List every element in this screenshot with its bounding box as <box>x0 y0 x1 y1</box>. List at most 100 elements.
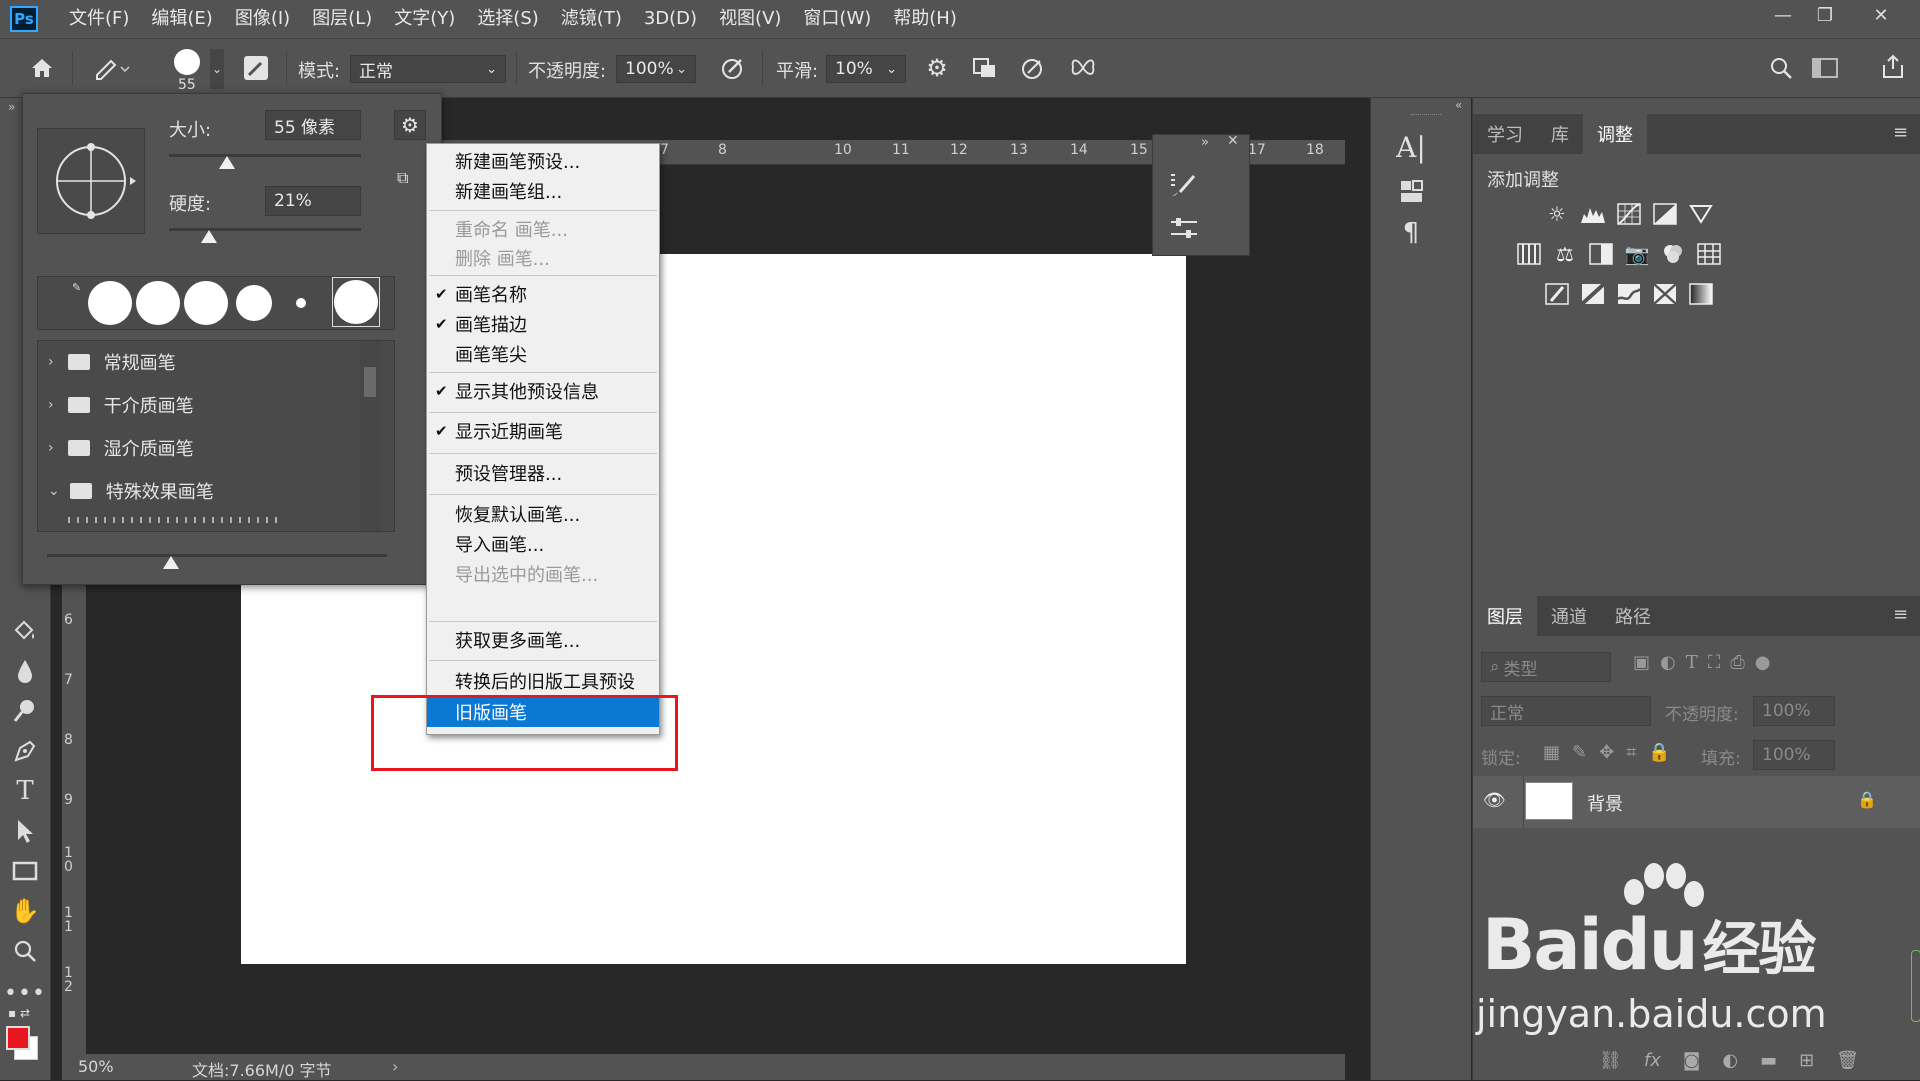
curves-icon[interactable] <box>1615 202 1643 226</box>
scatter-brush-preview[interactable] <box>68 517 278 523</box>
collapse-toolbar-icon[interactable]: » <box>8 100 15 114</box>
blend-mode-dropdown[interactable]: 正常 <box>1481 696 1651 726</box>
dodge-tool-icon[interactable] <box>8 694 42 728</box>
recent-brush[interactable] <box>296 298 306 308</box>
swap-colors-icon[interactable]: ▪ ⇄ <box>8 1006 40 1020</box>
rectangle-tool-icon[interactable] <box>8 854 42 888</box>
new-layer-icon[interactable]: ⊞ <box>1799 1050 1814 1071</box>
tab-channels[interactable]: 通道 <box>1537 596 1601 636</box>
menu-item-preset-manager[interactable]: 预设管理器... <box>427 458 659 488</box>
expand-panel-icon[interactable]: » <box>1201 135 1209 150</box>
menu-item-delete-brush[interactable]: 删除 画笔... <box>427 243 659 273</box>
menu-item-rename-brush[interactable]: 重命名 画笔... <box>427 214 659 244</box>
workspace-icon[interactable] <box>1808 51 1842 85</box>
tab-paths[interactable]: 路径 <box>1601 596 1665 636</box>
folder-row[interactable]: ⌄ 特殊效果画笔 <box>38 470 356 512</box>
menu-item-brush-tip[interactable]: 画笔笔尖 <box>427 339 659 369</box>
layer-name[interactable]: 背景 <box>1587 790 1623 816</box>
paint-bucket-tool-icon[interactable] <box>8 614 42 648</box>
brush-presets-icon[interactable] <box>1167 169 1201 199</box>
paragraph-panel-icon[interactable]: ¶ <box>1389 216 1433 250</box>
new-preset-icon[interactable]: ⧉ <box>397 168 408 188</box>
panel-menu-icon[interactable]: ≡ <box>1893 604 1908 625</box>
brush-settings-icon[interactable] <box>1167 213 1201 243</box>
menu-layer[interactable]: 图层(L) <box>301 0 383 38</box>
restore-button[interactable]: ❐ <box>1804 0 1846 30</box>
path-selection-tool-icon[interactable] <box>8 814 42 848</box>
tab-layers[interactable]: 图层 <box>1473 596 1537 636</box>
hardness-field[interactable]: 21% <box>265 186 361 216</box>
lock-artboard-icon[interactable]: ⌗ <box>1626 742 1636 763</box>
pencil-brush-thumb[interactable]: ✎ <box>72 281 81 294</box>
photo-filter-icon[interactable]: 📷 <box>1623 242 1651 266</box>
menu-item-converted-legacy-tool-presets[interactable]: 转换后的旧版工具预设 <box>427 666 659 696</box>
layer-opacity-field[interactable]: 100% <box>1753 696 1835 726</box>
size-slider-handle[interactable] <box>218 156 235 169</box>
opacity-field[interactable]: 100% ⌄ <box>616 55 696 83</box>
menu-type[interactable]: 文字(Y) <box>383 0 466 38</box>
menu-item-brush-name[interactable]: ✔ 画笔名称 <box>427 279 659 309</box>
menu-item-show-additional-info[interactable]: ✔ 显示其他预设信息 <box>427 376 659 406</box>
type-filter-icon[interactable]: T <box>1686 652 1698 673</box>
tab-adjustments[interactable]: 调整 <box>1583 114 1647 154</box>
chevron-right-icon[interactable]: › <box>392 1057 398 1076</box>
brightness-contrast-icon[interactable]: ☼ <box>1543 202 1571 226</box>
hand-tool-icon[interactable]: ✋ <box>8 894 42 928</box>
recent-brush[interactable] <box>184 281 228 325</box>
preview-size-slider-track[interactable] <box>47 554 387 557</box>
color-balance-icon[interactable]: ⚖ <box>1551 242 1579 266</box>
recent-brush[interactable] <box>136 281 180 325</box>
selected-recent-brush[interactable] <box>332 277 380 327</box>
black-white-icon[interactable] <box>1587 242 1615 266</box>
pressure-size-icon[interactable] <box>1016 51 1050 85</box>
lock-all-icon[interactable]: 🔒 <box>1648 742 1670 763</box>
size-field[interactable]: 55 像素 <box>265 110 361 140</box>
lock-transparent-icon[interactable]: ▦ <box>1543 742 1560 763</box>
more-tools-icon[interactable]: ••• <box>4 976 45 1010</box>
brush-angle-preview[interactable] <box>37 128 145 234</box>
menu-item-export-selected-brushes[interactable]: 导出选中的画笔... <box>427 559 659 589</box>
vibrance-icon[interactable] <box>1687 202 1715 226</box>
hardness-slider-track[interactable] <box>169 228 361 231</box>
channel-mixer-icon[interactable] <box>1659 242 1687 266</box>
menu-3d[interactable]: 3D(D) <box>633 0 708 38</box>
gradient-map-icon[interactable] <box>1687 282 1715 306</box>
new-group-icon[interactable]: ▬ <box>1760 1050 1777 1071</box>
selective-color-icon[interactable] <box>1651 282 1679 306</box>
hardness-slider-handle[interactable] <box>201 230 218 243</box>
brush-settings-toggle-icon[interactable] <box>240 53 272 83</box>
add-mask-icon[interactable]: ◙ <box>1683 1050 1700 1071</box>
share-icon[interactable] <box>1876 49 1910 85</box>
tab-libraries[interactable]: 库 <box>1537 114 1583 154</box>
menu-window[interactable]: 窗口(W) <box>792 0 882 38</box>
pencil-tool-preset-icon[interactable] <box>86 51 136 85</box>
lock-image-icon[interactable]: ✎ <box>1572 742 1587 763</box>
menu-item-get-more-brushes[interactable]: 获取更多画笔... <box>427 625 659 655</box>
layer-lock-icon[interactable]: 🔒 <box>1857 790 1877 809</box>
folder-row[interactable]: › 干介质画笔 <box>38 384 356 426</box>
expand-dock-icon[interactable]: « <box>1455 98 1462 112</box>
foreground-color-swatch[interactable] <box>6 1026 30 1050</box>
menu-file[interactable]: 文件(F) <box>58 0 140 38</box>
character-panel-icon[interactable]: A| <box>1389 130 1433 164</box>
size-slider-track[interactable] <box>169 154 361 157</box>
invert-icon[interactable] <box>1543 282 1571 306</box>
posterize-icon[interactable] <box>1579 282 1607 306</box>
tab-learn[interactable]: 学习 <box>1473 114 1537 154</box>
delete-layer-icon[interactable]: 🗑 <box>1836 1050 1859 1071</box>
zoom-tool-icon[interactable] <box>8 934 42 968</box>
type-tool-icon[interactable]: T <box>8 774 42 808</box>
menu-item-new-brush-preset[interactable]: 新建画笔预设... <box>427 146 659 176</box>
scrollbar-thumb[interactable] <box>364 367 376 397</box>
adjustment-filter-icon[interactable]: ◐ <box>1660 652 1676 673</box>
smoothing-field[interactable]: 10% ⌄ <box>826 55 906 83</box>
pen-tool-icon[interactable] <box>8 734 42 768</box>
layer-row[interactable]: 👁 背景 🔒 <box>1473 776 1920 828</box>
preview-size-slider-handle[interactable] <box>163 556 179 569</box>
menu-edit[interactable]: 编辑(E) <box>140 0 223 38</box>
brush-angle-icon[interactable] <box>968 51 1002 85</box>
layer-thumbnail[interactable] <box>1525 782 1573 820</box>
brush-preset-picker[interactable]: 55 <box>168 47 208 93</box>
hue-saturation-icon[interactable] <box>1515 242 1543 266</box>
menu-view[interactable]: 视图(V) <box>708 0 792 38</box>
